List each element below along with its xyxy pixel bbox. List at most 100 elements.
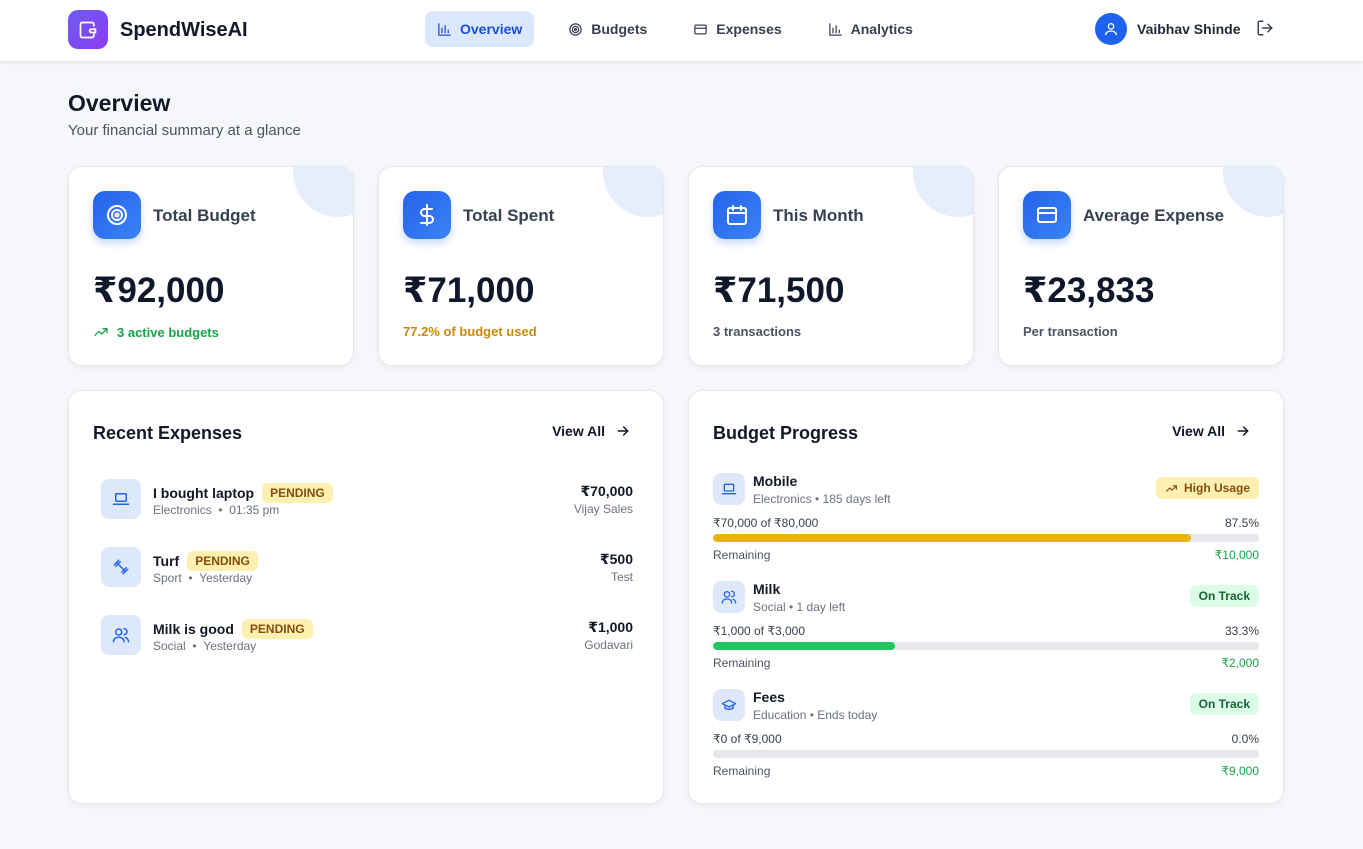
- stat-card-this-month: This Month ₹71,500 3 transactions: [688, 166, 974, 366]
- progress-bar: [713, 750, 1259, 758]
- expense-vendor: Test: [610, 570, 633, 584]
- recent-expenses-panel: Recent Expenses View All I bought laptop…: [68, 390, 664, 804]
- budget-item[interactable]: Milk Social • 1 day left On Track ₹1,000…: [713, 581, 1259, 683]
- nav-expenses[interactable]: Expenses: [681, 11, 793, 47]
- expense-row[interactable]: Turf PENDING Sport • Yesterday ₹500 Test: [101, 547, 633, 591]
- logout-icon: [1257, 20, 1273, 36]
- expense-time: Yesterday: [199, 571, 253, 585]
- decorative-circle: [1223, 167, 1283, 217]
- user-menu[interactable]: Vaibhav Shinde: [1095, 13, 1240, 45]
- trending-up-icon: [1166, 484, 1177, 492]
- nav-budgets-label: Budgets: [591, 21, 648, 37]
- budget-name: Fees: [753, 689, 785, 705]
- stat-value: ₹92,000: [93, 271, 225, 310]
- budget-spent: ₹1,000 of ₹3,000: [713, 624, 806, 638]
- dollar-icon: [403, 191, 451, 239]
- trending-up-icon: [94, 328, 108, 336]
- stat-value: ₹71,500: [713, 271, 845, 310]
- stat-note: 3 active budgets: [93, 324, 219, 340]
- progress-bar: [713, 642, 1259, 650]
- page-title: Overview: [68, 90, 171, 116]
- budget-name: Mobile: [753, 473, 798, 489]
- budget-meta: Social • 1 day left: [753, 600, 846, 614]
- expense-meta: Social • Yesterday: [153, 639, 257, 653]
- expense-amount: ₹1,000: [588, 619, 633, 635]
- users-icon: [713, 581, 745, 613]
- budget-item[interactable]: Fees Education • Ends today On Track ₹0 …: [713, 689, 1259, 791]
- expense-title: I bought laptop PENDING: [153, 483, 333, 503]
- remaining-amount: ₹9,000: [1221, 764, 1259, 778]
- laptop-icon: [713, 473, 745, 505]
- stat-value: ₹23,833: [1023, 271, 1155, 310]
- view-all-label: View All: [552, 423, 605, 439]
- credit-card-icon: [694, 24, 708, 34]
- expense-category: Sport: [153, 571, 182, 585]
- wallet-icon[interactable]: [68, 10, 108, 49]
- credit-card-icon: [1023, 191, 1071, 239]
- nav-expenses-label: Expenses: [716, 21, 782, 37]
- brand-name[interactable]: SpendWiseAI: [120, 19, 248, 42]
- stat-note: 77.2% of budget used: [403, 324, 537, 339]
- expense-meta: Sport • Yesterday: [153, 571, 253, 585]
- target-icon: [93, 191, 141, 239]
- expense-category: Social: [153, 639, 186, 653]
- budget-spent: ₹70,000 of ₹80,000: [713, 516, 819, 530]
- user-icon: [1105, 23, 1117, 36]
- budget-percent: 33.3%: [1224, 624, 1259, 638]
- status-badge: PENDING: [187, 551, 258, 571]
- expense-row[interactable]: I bought laptop PENDING Electronics • 01…: [101, 479, 633, 523]
- high-usage-badge: High Usage: [1155, 477, 1259, 499]
- expense-category: Electronics: [153, 503, 212, 517]
- expense-vendor: Vijay Sales: [573, 502, 633, 516]
- status-badge: PENDING: [262, 483, 333, 503]
- page-subtitle: Your financial summary at a glance: [68, 122, 301, 139]
- expense-row[interactable]: Milk is good PENDING Social • Yesterday …: [101, 615, 633, 659]
- target-icon: [569, 22, 583, 36]
- bar-chart-icon: [828, 22, 842, 36]
- budget-item[interactable]: Mobile Electronics • 185 days left High …: [713, 473, 1259, 575]
- status-badge: PENDING: [241, 619, 313, 639]
- decorative-circle: [603, 167, 663, 217]
- budget-meta: Education • Ends today: [753, 708, 878, 722]
- nav-budgets[interactable]: Budgets: [556, 11, 659, 47]
- on-track-badge: On Track: [1189, 585, 1259, 607]
- badge-label: High Usage: [1183, 481, 1250, 495]
- bar-chart-icon: [438, 22, 451, 36]
- budget-meta: Electronics • 185 days left: [753, 492, 891, 506]
- stat-label: Total Budget: [153, 206, 256, 225]
- progress-fill: [713, 534, 1191, 542]
- panel-title: Recent Expenses: [93, 423, 243, 443]
- expense-time: Yesterday: [203, 639, 257, 653]
- dumbbell-icon: [101, 547, 141, 587]
- progress-fill: [713, 642, 895, 650]
- expense-name: Milk is good: [153, 621, 234, 637]
- stat-note-text: 3 active budgets: [117, 324, 219, 340]
- nav-overview-label: Overview: [460, 21, 523, 37]
- remaining-label: Remaining: [713, 656, 771, 670]
- expense-meta: Electronics • 01:35 pm: [153, 503, 280, 517]
- expense-title: Turf PENDING: [153, 551, 258, 571]
- users-icon: [101, 615, 141, 655]
- view-all-expenses-link[interactable]: View All: [552, 423, 631, 439]
- remaining-label: Remaining: [713, 764, 771, 778]
- expense-time: 01:35 pm: [229, 503, 280, 517]
- calendar-icon: [713, 191, 761, 239]
- arrow-right-icon: [617, 426, 629, 436]
- budget-percent: 0.0%: [1231, 732, 1259, 746]
- logout-button[interactable]: [1256, 19, 1276, 39]
- expense-amount: ₹70,000: [580, 483, 633, 499]
- nav-overview[interactable]: Overview: [425, 11, 535, 47]
- avatar[interactable]: [1095, 13, 1127, 45]
- view-all-budgets-link[interactable]: View All: [1172, 423, 1251, 439]
- stat-card-average-expense: Average Expense ₹23,833 Per transaction: [998, 166, 1284, 366]
- expense-name: I bought laptop: [153, 485, 255, 501]
- laptop-icon: [101, 479, 141, 519]
- stat-note: Per transaction: [1023, 324, 1118, 339]
- budget-percent: 87.5%: [1224, 516, 1259, 530]
- expense-title: Milk is good PENDING: [153, 619, 313, 639]
- user-name: Vaibhav Shinde: [1137, 21, 1241, 37]
- main-nav: Overview Budgets Expenses Analytics: [425, 11, 925, 47]
- nav-analytics[interactable]: Analytics: [816, 11, 925, 47]
- stat-label: Total Spent: [463, 206, 555, 225]
- top-navbar: SpendWiseAI Overview Budgets Expenses An…: [0, 0, 1363, 62]
